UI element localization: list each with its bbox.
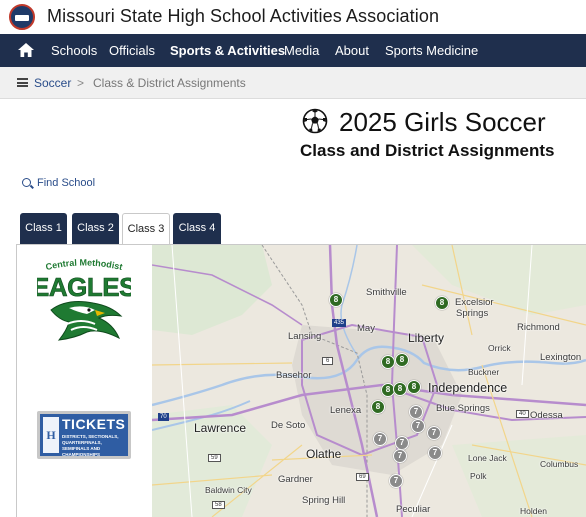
map-label-orrick: Orrick bbox=[488, 343, 511, 353]
site-header: Missouri State High School Activities As… bbox=[0, 0, 586, 34]
nav-sports-medicine[interactable]: Sports Medicine bbox=[385, 34, 478, 67]
breadcrumb-separator: > bbox=[77, 76, 85, 90]
svg-text:EAGLES: EAGLES bbox=[37, 272, 131, 302]
school-marker[interactable]: 8 bbox=[381, 355, 395, 369]
shield-route-69: 69 bbox=[356, 473, 369, 481]
mshsaa-logo[interactable] bbox=[9, 4, 35, 30]
map-label-lawrence: Lawrence bbox=[194, 421, 247, 435]
home-icon[interactable] bbox=[18, 43, 34, 57]
central-methodist-eagles-ad[interactable]: Central Methodist EAGLES bbox=[37, 258, 131, 344]
breadcrumb: Soccer > Class & District Assignments bbox=[0, 67, 586, 99]
shield-route-59: 59 bbox=[208, 454, 221, 462]
tab-class-3[interactable]: Class 3 bbox=[122, 213, 170, 245]
map-label-basehor: Basehor bbox=[276, 370, 312, 381]
map-label-richmond: Richmond bbox=[517, 322, 560, 333]
map-label-lone-jack: Lone Jack bbox=[468, 453, 507, 463]
tab-class-2[interactable]: Class 2 bbox=[72, 213, 119, 244]
breadcrumb-soccer-link[interactable]: Soccer bbox=[34, 76, 71, 90]
nav-media[interactable]: Media bbox=[284, 34, 319, 67]
map-label-de-soto: De Soto bbox=[271, 420, 306, 431]
map-label-peculiar: Peculiar bbox=[396, 504, 431, 515]
school-marker[interactable]: 7 bbox=[428, 446, 442, 460]
map-label-blue-springs: Blue Springs bbox=[436, 403, 490, 414]
map-label-liberty: Liberty bbox=[408, 331, 445, 345]
soccer-ball-icon bbox=[302, 108, 328, 134]
page: { "site": { "title": "Missouri State Hig… bbox=[0, 0, 586, 517]
main-nav: Schools Officials Sports & Activities Me… bbox=[0, 34, 586, 67]
school-marker[interactable]: 8 bbox=[329, 293, 343, 307]
tickets-h-logo: H bbox=[43, 417, 59, 453]
tab-class-4[interactable]: Class 4 bbox=[173, 213, 221, 244]
map-label-holden: Holden bbox=[520, 506, 547, 516]
tab-class-1[interactable]: Class 1 bbox=[20, 213, 67, 244]
map-label-may: May bbox=[357, 323, 375, 334]
find-school-link[interactable]: Find School bbox=[22, 177, 95, 189]
map-label-lenexa: Lenexa bbox=[330, 405, 362, 416]
map-label-independence: Independence bbox=[428, 381, 508, 395]
page-title: 2025 Girls Soccer bbox=[339, 107, 546, 137]
nav-about[interactable]: About bbox=[335, 34, 369, 67]
map-label-polk: Polk bbox=[470, 471, 487, 481]
map-label-lexington: Lexington bbox=[540, 352, 582, 363]
school-marker[interactable]: 7 bbox=[395, 436, 409, 450]
map-label-excelsior: Excelsior bbox=[455, 297, 494, 308]
nav-sports-activities[interactable]: Sports & Activities bbox=[170, 34, 285, 67]
shield-i435: 435 bbox=[332, 319, 347, 327]
school-marker[interactable]: 7 bbox=[409, 405, 423, 419]
search-icon bbox=[22, 178, 31, 187]
map-label-spring-hill: Spring Hill bbox=[302, 495, 346, 506]
breadcrumb-current: Class & District Assignments bbox=[93, 76, 246, 90]
school-marker[interactable]: 8 bbox=[407, 380, 421, 394]
tickets-title: TICKETS bbox=[62, 416, 126, 432]
tickets-ad[interactable]: H TICKETS DISTRICTS, SECTIONALS, QUARTER… bbox=[37, 411, 131, 459]
school-marker[interactable]: 8 bbox=[395, 353, 409, 367]
map-label-odessa: Odessa bbox=[530, 410, 563, 421]
tickets-subtitle: DISTRICTS, SECTIONALS, QUARTERFINALS, SE… bbox=[62, 434, 119, 457]
school-marker[interactable]: 7 bbox=[389, 474, 403, 488]
map-label-baldwin-city: Baldwin City bbox=[205, 485, 252, 495]
district-map[interactable]: 435 6 70 40 59 69 58 Smithville Excelsio… bbox=[152, 245, 586, 517]
page-subtitle: Class and District Assignments bbox=[300, 141, 555, 160]
map-label-olathe: Olathe bbox=[306, 447, 342, 461]
map-background bbox=[152, 245, 586, 517]
shield-route-58: 58 bbox=[212, 501, 225, 509]
school-marker[interactable]: 8 bbox=[393, 382, 407, 396]
site-title[interactable]: Missouri State High School Activities As… bbox=[47, 6, 439, 27]
map-label-springs: Springs bbox=[456, 308, 489, 319]
menu-icon[interactable] bbox=[17, 78, 28, 87]
school-marker[interactable]: 7 bbox=[373, 432, 387, 446]
svg-text:Central Methodist: Central Methodist bbox=[45, 258, 124, 272]
map-label-lansing: Lansing bbox=[288, 331, 322, 342]
school-marker[interactable]: 7 bbox=[427, 426, 441, 440]
map-label-gardner: Gardner bbox=[278, 474, 313, 485]
shield-route-6: 6 bbox=[322, 357, 334, 365]
map-label-buckner: Buckner bbox=[468, 367, 500, 377]
map-label-columbus: Columbus bbox=[540, 459, 579, 469]
shield-i70: 70 bbox=[158, 413, 169, 421]
map-label-smithville: Smithville bbox=[366, 287, 407, 298]
shield-route-40: 40 bbox=[516, 410, 529, 418]
school-marker[interactable]: 8 bbox=[435, 296, 449, 310]
nav-schools[interactable]: Schools bbox=[51, 34, 97, 67]
school-marker[interactable]: 8 bbox=[371, 400, 385, 414]
find-school-label: Find School bbox=[37, 177, 96, 189]
school-marker[interactable]: 7 bbox=[411, 419, 425, 433]
nav-officials[interactable]: Officials bbox=[109, 34, 155, 67]
school-marker[interactable]: 7 bbox=[393, 449, 407, 463]
